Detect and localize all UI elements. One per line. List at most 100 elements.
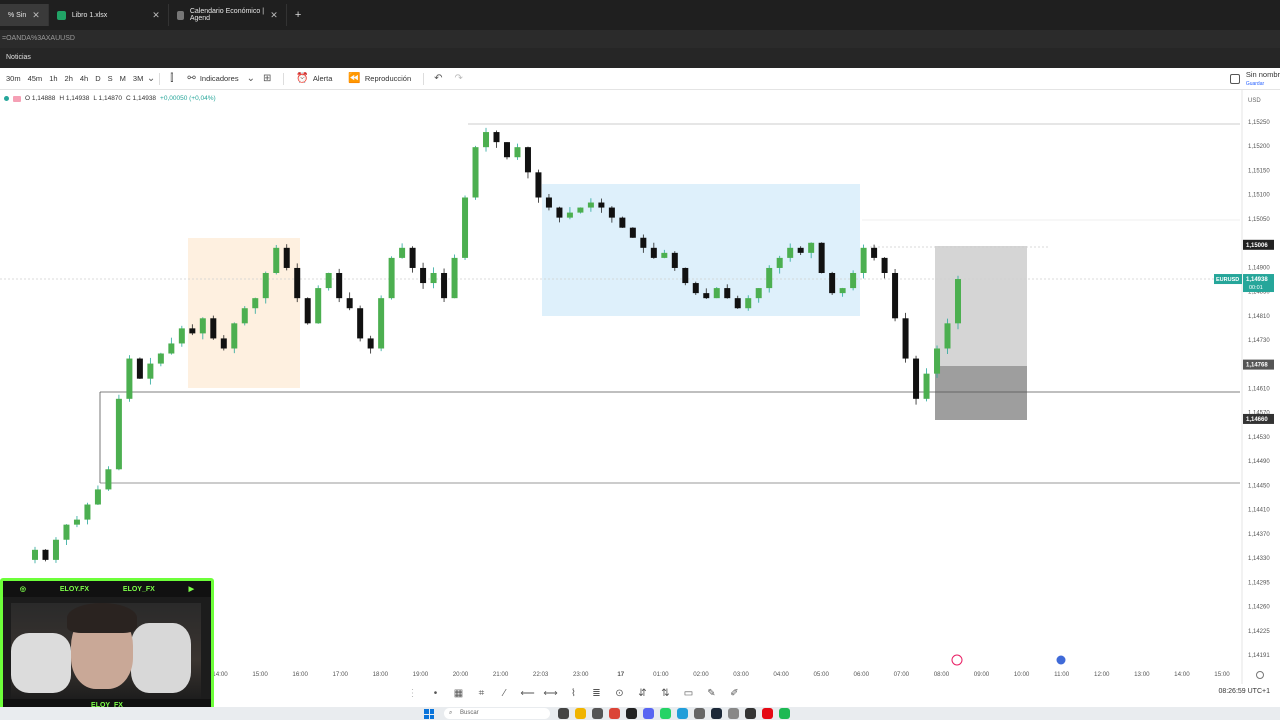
app-icon[interactable]	[626, 708, 637, 719]
netflix-icon[interactable]	[762, 708, 773, 719]
short-position-icon[interactable]: ⇅	[655, 688, 676, 699]
drag-handle-icon[interactable]: ⋮	[402, 688, 423, 699]
layout-grid-icon[interactable]: ⊞	[255, 73, 279, 84]
hair-shape	[67, 603, 137, 633]
close-icon[interactable]: ✕	[270, 10, 278, 21]
timeframe-30m[interactable]: 30m	[0, 74, 24, 83]
spotify-icon[interactable]	[779, 708, 790, 719]
y-tick-label: 1,14330	[1248, 556, 1270, 562]
candle-body	[73, 519, 80, 525]
close-icon[interactable]: ✕	[152, 10, 160, 21]
timeframe-d[interactable]: D	[92, 74, 104, 83]
utc-clock: 08:26:59 UTC+1	[1218, 688, 1270, 695]
timeframe-m[interactable]: M	[116, 74, 129, 83]
candle-body	[839, 288, 846, 294]
whatsapp-icon[interactable]	[660, 708, 671, 719]
telegram-icon[interactable]	[677, 708, 688, 719]
candle-body	[210, 318, 217, 339]
excel-icon	[56, 10, 66, 20]
timeframe-45m[interactable]: 45m	[24, 74, 46, 83]
replay-button[interactable]: ⏪ Reproducción	[340, 73, 419, 84]
candle-body	[262, 272, 269, 299]
candle-body	[881, 257, 888, 273]
candle-body	[671, 252, 678, 268]
x-tick-label: 18:00	[373, 671, 389, 678]
app-icon[interactable]	[694, 708, 705, 719]
target-icon[interactable]: ⊙	[609, 688, 630, 699]
redo-icon[interactable]: ↷	[449, 73, 469, 84]
close-icon[interactable]: ✕	[32, 10, 40, 21]
capcut-icon[interactable]	[745, 708, 756, 719]
pen-icon[interactable]: ✐	[724, 688, 745, 699]
dot-cursor-icon[interactable]: •	[425, 688, 446, 699]
rewind-icon: ⏪	[348, 73, 361, 84]
browser-tab-excel[interactable]: Libro 1.xlsx ✕	[49, 4, 169, 26]
obs-icon[interactable]	[728, 708, 739, 719]
x-tick-label: 05:00	[813, 671, 829, 678]
trend-line-icon[interactable]: ⁄	[494, 688, 515, 699]
discord-icon[interactable]	[643, 708, 654, 719]
undo-icon[interactable]: ↶	[428, 73, 448, 84]
indicators-label: Indicadores	[199, 74, 239, 83]
candle-body	[32, 549, 38, 560]
horizontal-line-icon[interactable]: ⟷	[540, 688, 561, 699]
candle-body	[755, 288, 762, 299]
taskbar-search[interactable]: ⌕ Buscar	[444, 708, 550, 719]
candle-body	[409, 247, 416, 268]
candle-body	[608, 207, 615, 218]
address-bar[interactable]: =OANDA%3AXAUUSD	[0, 30, 1280, 48]
timeframe-3m[interactable]: 3M	[129, 74, 146, 83]
y-tick-label: 1,14370	[1248, 532, 1270, 538]
candle-body	[650, 247, 657, 258]
candle-body	[787, 247, 794, 258]
brush-icon[interactable]: ✎	[701, 688, 722, 699]
comment-icon[interactable]: ▭	[678, 688, 699, 699]
browser-tab-calendar[interactable]: Calendario Económico | Agend ✕	[169, 4, 287, 26]
timeframe-s[interactable]: S	[104, 74, 116, 83]
browser-tab-tradingview[interactable]: % Sin ✕	[0, 4, 49, 26]
candle-body	[923, 373, 930, 399]
candle-body	[241, 308, 248, 324]
save-layout-button[interactable]: Sin nombr Guardar	[1229, 68, 1280, 90]
timeframe-4h[interactable]: 4h	[76, 74, 91, 83]
x-tick-label: 04:00	[773, 671, 789, 678]
settings-icon[interactable]	[592, 708, 603, 719]
task-view-icon[interactable]	[558, 708, 569, 719]
candle-body	[776, 257, 783, 268]
long-position-icon[interactable]: ⇵	[632, 688, 653, 699]
candle-type-icon[interactable]: ⫿	[164, 73, 179, 84]
x-tick-label: 16:00	[292, 671, 308, 678]
price-label: 1,14938	[1246, 277, 1268, 283]
new-tab-button[interactable]: +	[287, 9, 309, 21]
grid-icon[interactable]: ▦	[448, 688, 469, 699]
steam-icon[interactable]	[711, 708, 722, 719]
arrow-left-icon[interactable]: ⟵	[517, 688, 538, 699]
candle-body	[545, 197, 552, 208]
layout-icon	[1229, 74, 1240, 84]
timeframe-1h[interactable]: 1h	[46, 74, 61, 83]
notifications-link[interactable]: Noticias	[0, 48, 1280, 68]
x-tick-label: 14:00	[1174, 671, 1190, 678]
candle-body	[52, 539, 59, 560]
chevron-down-icon[interactable]: ⌄	[247, 73, 255, 84]
windows-start-icon[interactable]	[424, 709, 434, 719]
path-icon[interactable]: ⌇	[563, 688, 584, 699]
y-tick-label: 1,14490	[1248, 459, 1270, 465]
file-explorer-icon[interactable]	[575, 708, 586, 719]
candle-body	[724, 288, 731, 299]
candle-body	[682, 267, 689, 284]
crop-icon[interactable]: ⌗	[471, 688, 492, 699]
candle-body	[892, 272, 899, 319]
candle-body	[157, 353, 164, 364]
fib-icon[interactable]: ≣	[586, 688, 607, 699]
alert-button[interactable]: ⏰ Alerta	[288, 73, 340, 84]
indicators-button[interactable]: ⚯ Indicadores	[179, 73, 246, 84]
candle-body	[63, 524, 70, 540]
divider	[423, 72, 425, 85]
y-tick-label: 1,15100	[1248, 193, 1270, 199]
chrome-icon[interactable]	[609, 708, 620, 719]
timeframe-2h[interactable]: 2h	[61, 74, 76, 83]
taskbar: ⌕ Buscar	[0, 707, 1280, 720]
candle-body	[346, 298, 353, 309]
chevron-down-icon[interactable]: ⌄	[147, 73, 155, 84]
